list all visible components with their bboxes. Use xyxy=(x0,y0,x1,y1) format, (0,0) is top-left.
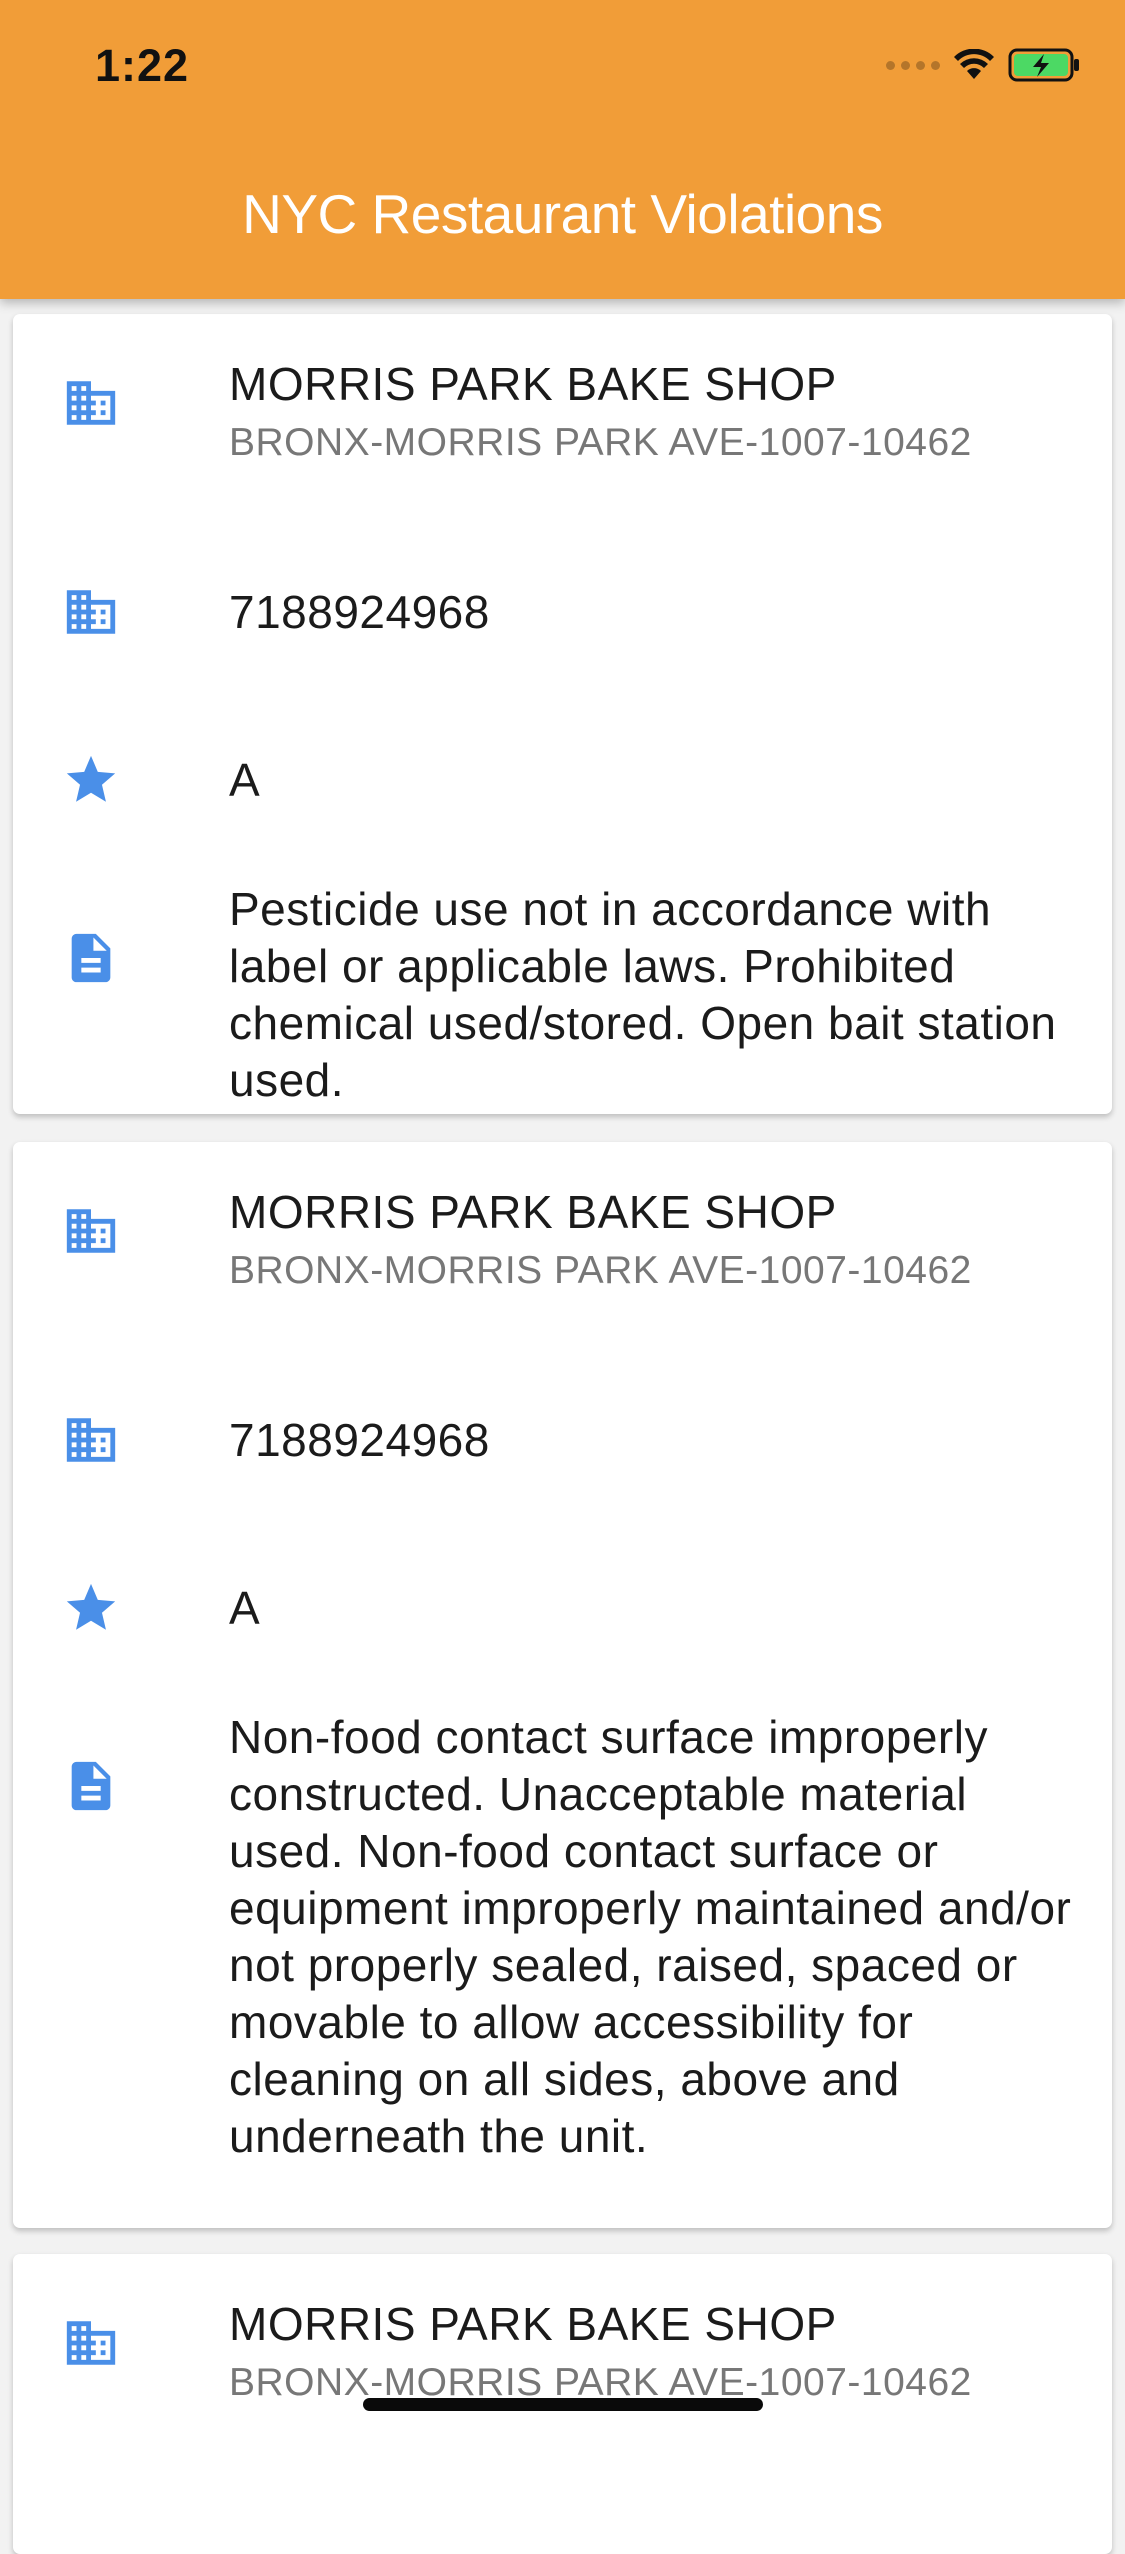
home-indicator[interactable] xyxy=(363,2398,763,2411)
restaurant-address: BRONX-MORRIS PARK AVE-1007-10462 xyxy=(229,1249,972,1292)
restaurant-name: MORRIS PARK BAKE SHOP xyxy=(229,358,837,410)
violation-card[interactable]: MORRIS PARK BAKE SHOP BRONX-MORRIS PARK … xyxy=(13,314,1112,1114)
restaurant-address: BRONX-MORRIS PARK AVE-1007-10462 xyxy=(229,421,972,464)
business-icon xyxy=(66,381,116,425)
restaurant-phone: 7188924968 xyxy=(229,1414,490,1466)
violation-description: Pesticide use not in accordance with lab… xyxy=(229,883,1057,1106)
business-icon xyxy=(66,2321,116,2365)
violation-card[interactable]: MORRIS PARK BAKE SHOP BRONX-MORRIS PARK … xyxy=(13,1142,1112,2228)
business-icon xyxy=(66,590,116,634)
cellular-signal-icon xyxy=(886,60,940,70)
restaurant-phone: 7188924968 xyxy=(229,586,490,638)
status-icons xyxy=(886,48,1080,82)
star-icon xyxy=(66,1583,116,1630)
grade: A xyxy=(229,1582,261,1634)
wifi-icon xyxy=(954,49,994,79)
description-icon xyxy=(71,933,111,983)
business-icon xyxy=(66,1418,116,1462)
violation-description: Non-food contact surface improperly cons… xyxy=(229,1711,1072,2162)
star-icon xyxy=(66,755,116,802)
restaurant-name: MORRIS PARK BAKE SHOP xyxy=(229,1186,837,1238)
battery-charging-icon xyxy=(1008,48,1079,82)
status-time: 1:22 xyxy=(95,40,190,91)
page-title: NYC Restaurant Violations xyxy=(242,183,883,245)
grade: A xyxy=(229,754,261,806)
business-icon xyxy=(66,1209,116,1253)
app-bar: 1:22 NYC Restaurant Violations xyxy=(0,0,1125,299)
restaurant-name: MORRIS PARK BAKE SHOP xyxy=(229,2298,837,2350)
description-icon xyxy=(71,1761,111,1811)
